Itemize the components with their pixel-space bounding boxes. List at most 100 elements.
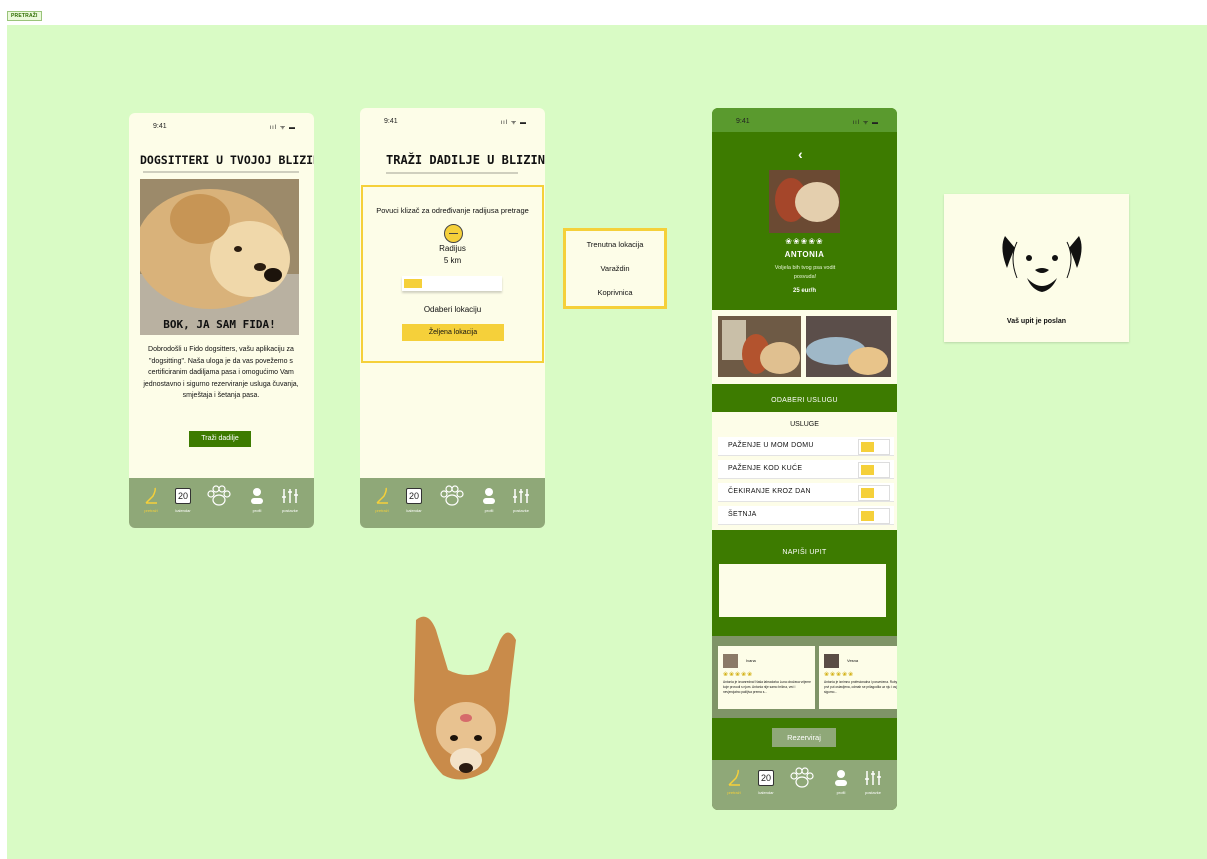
service-label: PAŽENJE KOD KUĆE bbox=[728, 465, 803, 472]
status-bar: 9:41 ııl ᯤ ▬ bbox=[360, 108, 545, 132]
tab-paw[interactable] bbox=[203, 485, 235, 506]
tab-label: postavke bbox=[864, 790, 881, 795]
page-tag: PRETRAŽI bbox=[7, 11, 42, 21]
sitter-photo bbox=[769, 170, 840, 233]
service-row: ČEKIRANJE KROZ DAN bbox=[718, 483, 894, 502]
status-time: 9:41 bbox=[736, 118, 750, 125]
tab-label: profil bbox=[836, 790, 846, 795]
location-dropdown: Trenutna lokacija Varaždin Koprivnica bbox=[563, 228, 667, 309]
tab-bar: pretraži 20 kalendar profil postavke bbox=[712, 760, 897, 810]
intro-text: Dobrodošli u Fido dogsitters, vašu aplik… bbox=[143, 346, 299, 399]
tab-label: kalendar bbox=[406, 508, 422, 513]
location-button[interactable]: Željena lokacija bbox=[402, 324, 504, 341]
reserve-button[interactable]: Rezerviraj bbox=[772, 728, 836, 747]
tab-bar: pretraži 20 kalendar profil postavke bbox=[129, 478, 314, 528]
tab-label: postavke bbox=[512, 508, 529, 513]
status-icons: ııl ᯤ ▬ bbox=[852, 120, 879, 126]
service-label: ČEKIRANJE KROZ DAN bbox=[728, 488, 811, 495]
sitter-profile-screen: 9:41 ııl ᯤ ▬ ‹ ❀❀❀❀❀ ANTONIA Voljela bih… bbox=[712, 108, 897, 810]
service-label: ŠETNJA bbox=[728, 511, 757, 518]
service-toggle[interactable] bbox=[858, 439, 890, 455]
radius-panel: Povuci klizač za određivanje radijusa pr… bbox=[361, 185, 544, 363]
search-sitters-button[interactable]: Traži dadilje bbox=[189, 431, 251, 447]
profile-icon bbox=[483, 488, 495, 504]
calendar-icon: 20 bbox=[175, 488, 191, 504]
service-toggle[interactable] bbox=[858, 508, 890, 524]
radius-slider[interactable] bbox=[402, 276, 502, 291]
dropdown-option-koprivnica[interactable]: Koprivnica bbox=[566, 288, 664, 297]
services-panel: USLUGE PAŽENJE U MOM DOMU PAŽENJE KOD KU… bbox=[712, 412, 897, 530]
paw-icon bbox=[790, 767, 814, 788]
tab-paw[interactable] bbox=[436, 485, 468, 506]
gallery-photo-1 bbox=[718, 316, 801, 377]
tab-label: pretraži bbox=[144, 508, 158, 513]
radius-instruction: Povuci klizač za određivanje radijusa pr… bbox=[376, 206, 529, 215]
tab-settings[interactable]: postavke bbox=[274, 486, 306, 513]
reviewer-name: Vesna bbox=[847, 658, 859, 663]
tab-calendar[interactable]: 20 kalendar bbox=[167, 486, 199, 513]
dropdown-option-current[interactable]: Trenutna lokacija bbox=[566, 240, 664, 249]
radius-knob[interactable] bbox=[444, 224, 463, 243]
search-nose-icon bbox=[376, 487, 388, 504]
gallery-photo-2 bbox=[806, 316, 891, 377]
tab-search[interactable]: pretraži bbox=[718, 768, 750, 795]
tab-search[interactable]: pretraži bbox=[135, 486, 167, 513]
radius-label: Radijus bbox=[439, 244, 466, 253]
review-rating: ❀❀❀❀❀ bbox=[723, 672, 754, 678]
tab-calendar[interactable]: 20 kalendar bbox=[750, 768, 782, 795]
tab-paw[interactable] bbox=[786, 767, 818, 788]
settings-sliders-icon bbox=[282, 489, 298, 503]
page-title: TRAŽI DADILJE U BLIZINI bbox=[386, 153, 545, 167]
service-row: ŠETNJA bbox=[718, 506, 894, 525]
review-card: Vesna ❀❀❀❀❀ Antonia je iznimno profesion… bbox=[819, 646, 897, 709]
gallery bbox=[712, 310, 897, 384]
settings-sliders-icon bbox=[865, 771, 881, 785]
tab-label: pretraži bbox=[375, 508, 389, 513]
avatar bbox=[824, 654, 839, 668]
service-toggle[interactable] bbox=[858, 485, 890, 501]
title-underline bbox=[143, 171, 299, 173]
hero-image: BOK, JA SAM FIDA! bbox=[140, 179, 299, 335]
tab-profile[interactable]: profil bbox=[825, 768, 857, 795]
tab-profile[interactable]: profil bbox=[241, 486, 273, 513]
status-time: 9:41 bbox=[153, 123, 167, 130]
tab-label: pretraži bbox=[727, 790, 741, 795]
confirmation-card: Vaš upit je poslan bbox=[944, 194, 1129, 342]
calendar-icon: 20 bbox=[758, 770, 774, 786]
service-toggle[interactable] bbox=[858, 462, 890, 478]
calendar-icon: 20 bbox=[406, 488, 422, 504]
avatar bbox=[723, 654, 738, 668]
tab-profile[interactable]: profil bbox=[473, 486, 505, 513]
sitter-rating: ❀❀❀❀❀ bbox=[785, 237, 824, 246]
tab-bar: pretraži 20 kalendar profil postavke bbox=[360, 478, 545, 528]
dog-photo bbox=[140, 179, 299, 335]
search-nose-icon bbox=[728, 769, 740, 786]
review-card: Ivana ❀❀❀❀❀ Antonia je izvanredna! Naša … bbox=[718, 646, 815, 709]
slider-fill bbox=[404, 279, 422, 288]
service-row: PAŽENJE U MOM DOMU bbox=[718, 437, 894, 456]
profile-icon bbox=[835, 770, 847, 786]
tab-label: profil bbox=[484, 508, 494, 513]
review-text: Antonia je iznimno profesionalna i posve… bbox=[824, 680, 897, 694]
sitter-price: 25 eur/h bbox=[792, 288, 816, 294]
tab-label: postavke bbox=[281, 508, 298, 513]
confirmation-message: Vaš upit je poslan bbox=[1006, 318, 1067, 325]
location-label: Odaberi lokaciju bbox=[423, 305, 482, 314]
reviewer-name: Ivana bbox=[746, 658, 756, 663]
back-icon[interactable]: ‹ bbox=[798, 146, 803, 162]
search-screen: 9:41 ııl ᯤ ▬ TRAŽI DADILJE U BLIZINI Pov… bbox=[360, 108, 545, 528]
tab-label: kalendar bbox=[758, 790, 774, 795]
search-nose-icon bbox=[145, 487, 157, 504]
query-textarea[interactable] bbox=[719, 564, 886, 617]
tab-search[interactable]: pretraži bbox=[366, 486, 398, 513]
tab-settings[interactable]: postavke bbox=[505, 486, 537, 513]
status-time: 9:41 bbox=[384, 118, 398, 125]
tab-calendar[interactable]: 20 kalendar bbox=[398, 486, 430, 513]
dropdown-option-varazdin[interactable]: Varaždin bbox=[566, 264, 664, 273]
settings-sliders-icon bbox=[513, 489, 529, 503]
title-underline bbox=[386, 172, 518, 174]
status-icons: ııl ᯤ ▬ bbox=[500, 120, 527, 126]
paw-icon bbox=[440, 485, 464, 506]
tab-settings[interactable]: postavke bbox=[857, 768, 889, 795]
dog-cutout-image bbox=[414, 616, 516, 780]
